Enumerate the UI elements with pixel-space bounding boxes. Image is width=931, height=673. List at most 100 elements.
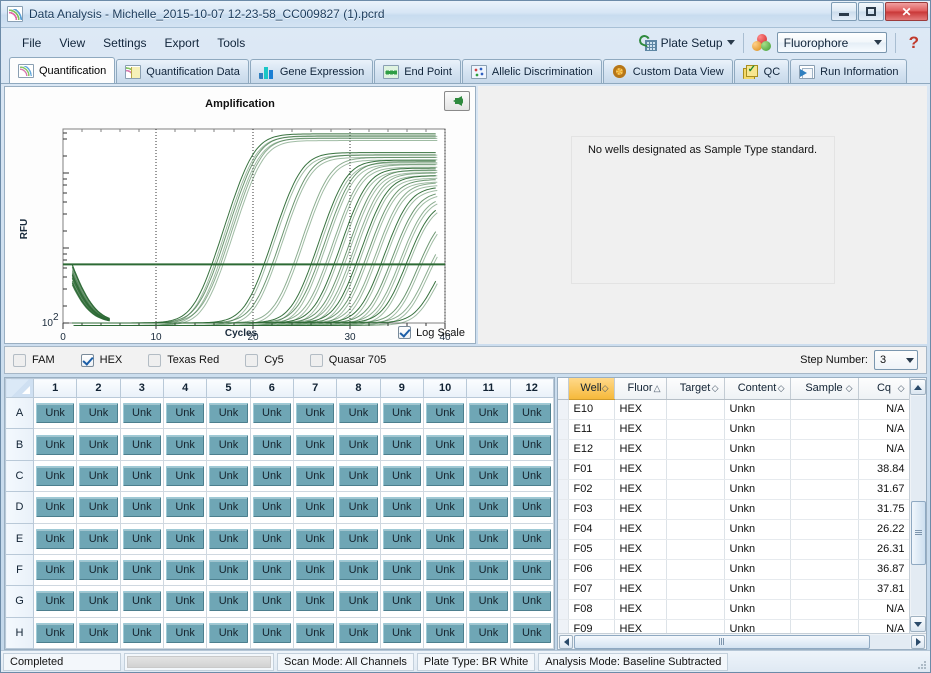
plate-well-F3[interactable]: Unk <box>120 554 163 585</box>
sort-indicator-icon[interactable]: ◇ <box>846 383 853 394</box>
fluorophore-checkbox-cy5[interactable]: Cy5 <box>245 354 284 367</box>
plate-well-B8[interactable]: Unk <box>337 429 380 460</box>
plate-well-D10[interactable]: Unk <box>423 492 466 523</box>
plate-well-D12[interactable]: Unk <box>510 492 553 523</box>
results-column-header-target[interactable]: Target ◇ <box>666 378 724 399</box>
plate-well-C9[interactable]: Unk <box>380 460 423 491</box>
table-row[interactable]: F01 HEX Unkn 38.84 <box>558 459 909 479</box>
plate-well-C6[interactable]: Unk <box>250 460 293 491</box>
plate-well-B6[interactable]: Unk <box>250 429 293 460</box>
plate-column-header-4[interactable]: 4 <box>163 379 206 398</box>
plate-well-F5[interactable]: Unk <box>207 554 250 585</box>
vertical-scroll-thumb[interactable] <box>911 501 926 565</box>
plate-row-header-H[interactable]: H <box>6 617 34 648</box>
plate-well-A12[interactable]: Unk <box>510 398 553 429</box>
plate-well-B7[interactable]: Unk <box>293 429 336 460</box>
plate-row-header-G[interactable]: G <box>6 586 34 617</box>
plate-well-H1[interactable]: Unk <box>34 617 77 648</box>
results-table-scroll-area[interactable]: Well ◇ Fluor △ Target ◇ Content ◇ Sample ◇ Cq ◇ E10… <box>558 378 909 633</box>
plate-well-B12[interactable]: Unk <box>510 429 553 460</box>
plate-well-D5[interactable]: Unk <box>207 492 250 523</box>
row-gutter[interactable] <box>558 579 568 599</box>
plate-well-E5[interactable]: Unk <box>207 523 250 554</box>
horizontal-scroll-track[interactable] <box>574 635 910 649</box>
menu-item-view[interactable]: View <box>50 32 94 54</box>
close-button[interactable]: ✕ <box>885 2 928 21</box>
plate-well-C12[interactable]: Unk <box>510 460 553 491</box>
table-row[interactable]: F04 HEX Unkn 26.22 <box>558 519 909 539</box>
plate-well-G10[interactable]: Unk <box>423 586 466 617</box>
plate-well-A5[interactable]: Unk <box>207 398 250 429</box>
plate-well-F10[interactable]: Unk <box>423 554 466 585</box>
plate-column-header-12[interactable]: 12 <box>510 379 553 398</box>
plate-setup-button[interactable]: Plate Setup <box>639 35 735 51</box>
plate-well-H12[interactable]: Unk <box>510 617 553 648</box>
tab-quantification-data[interactable]: Quantification Data <box>116 59 249 83</box>
plate-well-F11[interactable]: Unk <box>467 554 510 585</box>
plate-well-G7[interactable]: Unk <box>293 586 336 617</box>
plate-row-header-E[interactable]: E <box>6 523 34 554</box>
plate-well-H6[interactable]: Unk <box>250 617 293 648</box>
plate-row-header-D[interactable]: D <box>6 492 34 523</box>
plate-well-A6[interactable]: Unk <box>250 398 293 429</box>
plate-well-E9[interactable]: Unk <box>380 523 423 554</box>
menu-item-file[interactable]: File <box>13 32 50 54</box>
chevron-down-icon[interactable] <box>727 40 735 45</box>
plate-well-A8[interactable]: Unk <box>337 398 380 429</box>
plate-well-G1[interactable]: Unk <box>34 586 77 617</box>
plate-well-C4[interactable]: Unk <box>163 460 206 491</box>
plate-well-B3[interactable]: Unk <box>120 429 163 460</box>
row-gutter[interactable] <box>558 599 568 619</box>
plate-well-B5[interactable]: Unk <box>207 429 250 460</box>
scroll-up-button[interactable] <box>910 379 926 395</box>
menu-item-settings[interactable]: Settings <box>94 32 155 54</box>
table-row[interactable]: F06 HEX Unkn 36.87 <box>558 559 909 579</box>
plate-well-G2[interactable]: Unk <box>77 586 120 617</box>
plate-column-header-10[interactable]: 10 <box>423 379 466 398</box>
plate-well-A2[interactable]: Unk <box>77 398 120 429</box>
fluorophore-icon[interactable] <box>752 34 772 52</box>
fluorophore-checkbox-texas-red[interactable]: Texas Red <box>148 354 219 367</box>
table-row[interactable]: F09 HEX Unkn N/A <box>558 619 909 633</box>
export-chart-button[interactable] <box>444 91 470 111</box>
plate-well-H5[interactable]: Unk <box>207 617 250 648</box>
plate-well-G11[interactable]: Unk <box>467 586 510 617</box>
plate-well-H8[interactable]: Unk <box>337 617 380 648</box>
plate-column-header-6[interactable]: 6 <box>250 379 293 398</box>
plate-well-G5[interactable]: Unk <box>207 586 250 617</box>
plate-well-D4[interactable]: Unk <box>163 492 206 523</box>
plate-row-header-A[interactable]: A <box>6 398 34 429</box>
plate-well-E12[interactable]: Unk <box>510 523 553 554</box>
plate-well-G9[interactable]: Unk <box>380 586 423 617</box>
row-gutter[interactable] <box>558 519 568 539</box>
row-gutter[interactable] <box>558 499 568 519</box>
plate-well-B10[interactable]: Unk <box>423 429 466 460</box>
results-column-header-cq[interactable]: Cq ◇ <box>858 378 909 399</box>
tab-quantification[interactable]: Quantification <box>9 57 115 83</box>
plate-well-H11[interactable]: Unk <box>467 617 510 648</box>
plate-well-B1[interactable]: Unk <box>34 429 77 460</box>
checkbox-box[interactable] <box>310 354 323 367</box>
plate-well-F8[interactable]: Unk <box>337 554 380 585</box>
plate-well-C11[interactable]: Unk <box>467 460 510 491</box>
tab-end-point[interactable]: End Point <box>374 59 461 83</box>
plate-well-A4[interactable]: Unk <box>163 398 206 429</box>
table-row[interactable]: E10 HEX Unkn N/A <box>558 399 909 419</box>
scroll-left-button[interactable] <box>559 635 573 649</box>
plate-well-F1[interactable]: Unk <box>34 554 77 585</box>
scroll-right-button[interactable] <box>911 635 925 649</box>
plate-well-G12[interactable]: Unk <box>510 586 553 617</box>
results-vertical-scrollbar[interactable] <box>909 378 926 633</box>
plate-well-F9[interactable]: Unk <box>380 554 423 585</box>
row-gutter[interactable] <box>558 559 568 579</box>
tab-custom-data-view[interactable]: Custom Data View <box>603 59 733 83</box>
plate-well-E1[interactable]: Unk <box>34 523 77 554</box>
plate-well-E2[interactable]: Unk <box>77 523 120 554</box>
plate-row-header-F[interactable]: F <box>6 554 34 585</box>
plate-well-C8[interactable]: Unk <box>337 460 380 491</box>
plate-well-H2[interactable]: Unk <box>77 617 120 648</box>
plate-well-E10[interactable]: Unk <box>423 523 466 554</box>
plate-well-B9[interactable]: Unk <box>380 429 423 460</box>
plate-well-B11[interactable]: Unk <box>467 429 510 460</box>
plate-well-D11[interactable]: Unk <box>467 492 510 523</box>
